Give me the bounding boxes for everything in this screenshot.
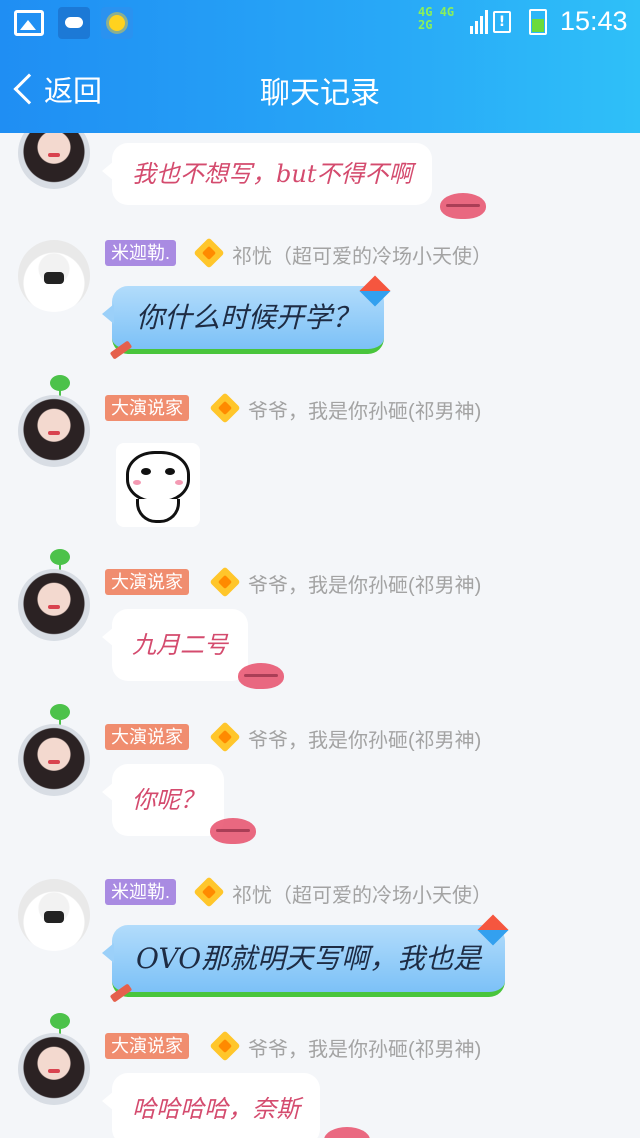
cloud-icon xyxy=(58,7,90,39)
member-title-badge: 大演说家 xyxy=(105,1033,189,1059)
sender-name: 祁忧（超可爱的冷场小天使） xyxy=(232,885,492,907)
weather-sun-icon xyxy=(101,7,133,39)
chat-message: 大演说家 爷爷，我是你孙砸(祁男神) xyxy=(0,371,640,531)
member-title-badge: 米迦勒. xyxy=(105,240,177,266)
avatar[interactable] xyxy=(18,395,90,467)
sticker-image[interactable] xyxy=(116,443,200,527)
bubble-tail xyxy=(102,1091,114,1111)
message-bubble[interactable]: 哈哈哈哈，奈斯 xyxy=(102,1073,320,1138)
bubble-tail xyxy=(102,627,114,647)
chat-message: 米迦勒. 祁忧（超可爱的冷场小天使） 你什么时候开学？ xyxy=(0,237,640,368)
message-text: 我也不想写，but不得不啊 xyxy=(132,160,413,188)
message-bubble[interactable]: 我也不想写，but不得不啊 xyxy=(102,143,433,205)
bubble-tail xyxy=(102,304,114,324)
bubble-tail xyxy=(102,943,114,963)
diamond-icon xyxy=(209,721,241,753)
avatar[interactable] xyxy=(18,1033,90,1105)
avatar[interactable] xyxy=(18,133,90,189)
sender-name: 爷爷，我是你孙砸(祁男神) xyxy=(248,1039,482,1061)
signal-icon xyxy=(470,10,490,34)
chat-message: 大演说家 爷爷，我是你孙砸(祁男神) 你呢？ xyxy=(0,700,640,850)
lips-icon xyxy=(324,1127,370,1138)
message-text: 九月二号 xyxy=(132,631,228,659)
member-title-badge: 大演说家 xyxy=(105,569,189,595)
leaf-icon xyxy=(50,704,70,729)
message-text: 你什么时候开学？ xyxy=(136,301,361,334)
leaf-icon xyxy=(50,549,70,574)
bubble-tail xyxy=(102,782,114,802)
message-bubble[interactable]: 你呢？ xyxy=(102,764,224,836)
diamond-icon xyxy=(193,237,225,269)
sender-name: 爷爷，我是你孙砸(祁男神) xyxy=(248,575,482,597)
message-text: 哈哈哈哈，奈斯 xyxy=(132,1095,300,1123)
lips-icon xyxy=(238,663,284,689)
message-bubble[interactable]: 九月二号 xyxy=(102,609,248,681)
avatar[interactable] xyxy=(18,879,90,951)
sender-name: 爷爷，我是你孙砸(祁男神) xyxy=(248,401,482,423)
leaf-icon xyxy=(50,375,70,400)
message-text: OVO那就明天写啊，我也是 xyxy=(136,942,482,975)
top-bar: 4G 4G 2G ! 15:43 返回 聊天记录 xyxy=(0,0,640,133)
leaf-icon xyxy=(50,1013,70,1038)
member-title-badge: 大演说家 xyxy=(105,724,189,750)
gallery-icon xyxy=(14,10,44,36)
sender-name: 爷爷，我是你孙砸(祁男神) xyxy=(248,730,482,752)
diamond-icon xyxy=(209,566,241,598)
diamond-icon xyxy=(209,1030,241,1062)
chat-history[interactable]: 我也不想写，but不得不啊 米迦勒. 祁忧（超可爱的冷场小天使） 你什么时候开学… xyxy=(0,133,640,1138)
sticker-hands xyxy=(136,499,180,523)
status-bar: 4G 4G 2G ! 15:43 xyxy=(0,0,640,46)
alert-icon: ! xyxy=(493,11,511,33)
sticker-face xyxy=(126,451,190,503)
page-title: 聊天记录 xyxy=(260,77,380,110)
lips-icon xyxy=(440,193,486,219)
network-type: 4G 4G 2G xyxy=(418,5,455,32)
chat-message: 米迦勒. 祁忧（超可爱的冷场小天使） OVO那就明天写啊，我也是 xyxy=(0,876,640,1017)
diamond-icon xyxy=(209,392,241,424)
member-title-badge: 大演说家 xyxy=(105,395,189,421)
chat-message: 大演说家 爷爷，我是你孙砸(祁男神) 哈哈哈哈，奈斯 xyxy=(0,1009,640,1138)
avatar[interactable] xyxy=(18,724,90,796)
chat-message: 我也不想写，but不得不啊 xyxy=(0,133,640,219)
message-bubble[interactable]: 你什么时候开学？ xyxy=(102,286,385,354)
message-text: 你呢？ xyxy=(132,786,204,814)
sender-name: 祁忧（超可爱的冷场小天使） xyxy=(232,246,492,268)
lips-icon xyxy=(210,818,256,844)
avatar[interactable] xyxy=(18,569,90,641)
bubble-tail xyxy=(102,161,114,181)
chat-message: 大演说家 爷爷，我是你孙砸(祁男神) 九月二号 xyxy=(0,545,640,689)
member-title-badge: 米迦勒. xyxy=(105,879,177,905)
status-time: 15:43 xyxy=(560,6,628,36)
avatar[interactable] xyxy=(18,240,90,312)
diamond-icon xyxy=(193,876,225,908)
message-bubble[interactable]: OVO那就明天写啊，我也是 xyxy=(102,925,506,997)
battery-icon xyxy=(529,9,547,35)
